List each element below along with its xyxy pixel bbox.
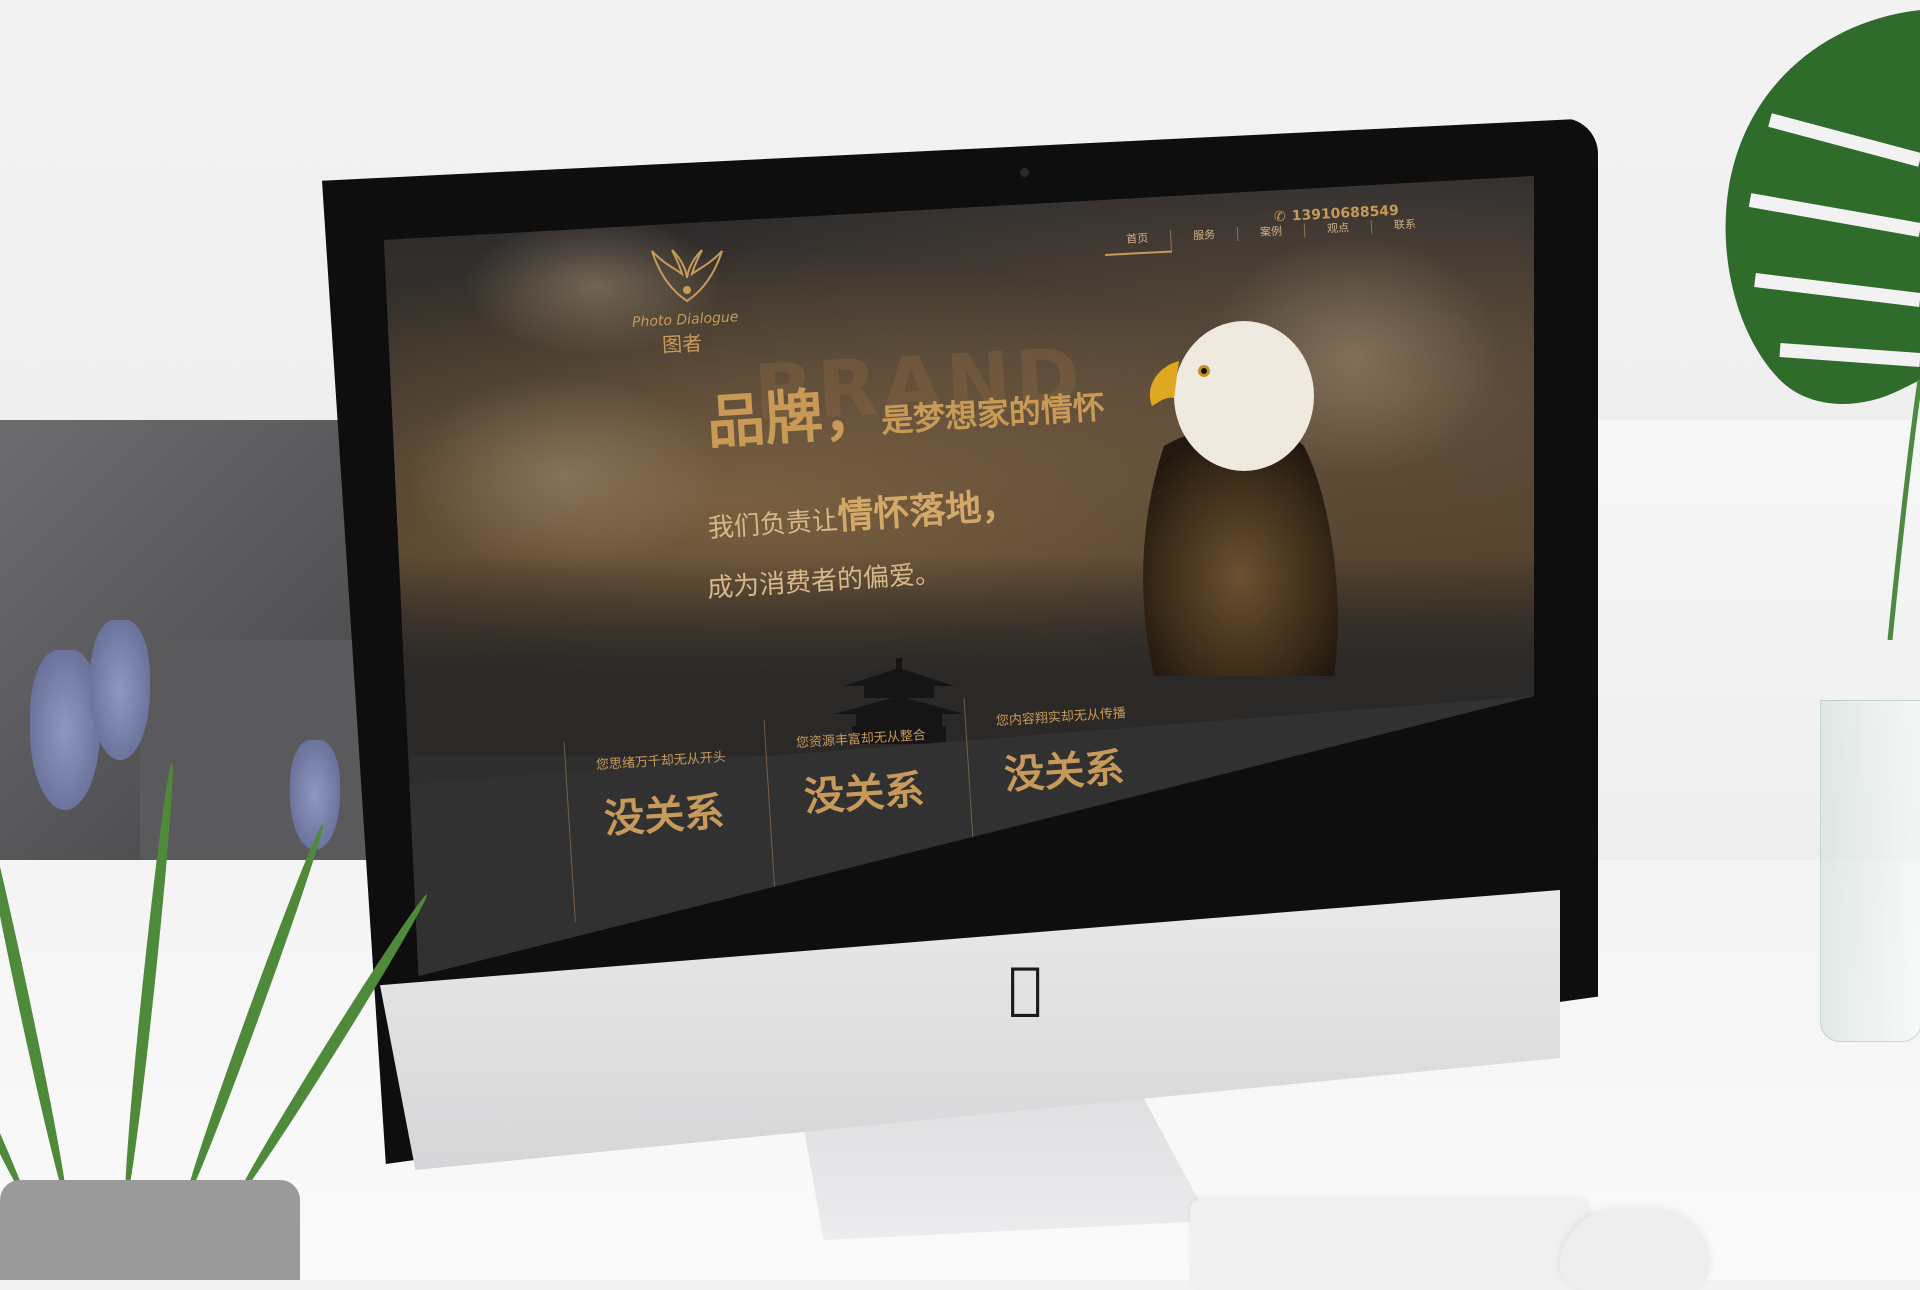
feature-answer: 没关系 (1003, 745, 1126, 799)
subline-bold: 情怀落地， (836, 485, 1019, 538)
webcam-icon (1020, 168, 1029, 177)
feature-question: 您资源丰富却无从整合 (795, 728, 927, 752)
eagle-logo-icon[interactable] (642, 246, 732, 306)
nav-item-home[interactable]: 首页 (1104, 230, 1173, 256)
mouse (1560, 1210, 1710, 1290)
headline-small: 是梦想家的情怀 (879, 387, 1106, 440)
flower (290, 740, 340, 850)
apple-logo-icon:  (1000, 960, 1050, 1018)
feature-question: 您内容翔实却无从传播 (995, 706, 1127, 730)
nav-item-cases[interactable]: 案例 (1237, 223, 1306, 241)
feature-question: 您思绪万千却无从开头 (595, 750, 727, 774)
feature-answer: 没关系 (803, 767, 926, 821)
nav-item-views[interactable]: 观点 (1304, 219, 1373, 238)
glass-vase (1820, 700, 1920, 1042)
eagle-image (1143, 321, 1338, 676)
nav-item-services[interactable]: 服务 (1170, 226, 1239, 245)
monstera-leaf (1725, 10, 1920, 640)
headline-big: 品牌， (704, 378, 883, 457)
cloud (404, 376, 724, 576)
subline-plain: 我们负责让 (707, 505, 839, 544)
feature-answer: 没关系 (603, 789, 726, 843)
nav-item-contact[interactable]: 联系 (1372, 217, 1439, 234)
keyboard (1190, 1200, 1590, 1290)
phone-icon: ✆ (1273, 208, 1287, 226)
flower (90, 620, 150, 760)
plant-pot (0, 1180, 300, 1280)
hero-banner: Photo Dialogue 图者 ✆ 13910688549 首页 服务 案例 … (384, 176, 1534, 756)
hero-subline-1: 我们负责让情怀落地， (706, 477, 1019, 548)
feature-column[interactable]: 您思绪万千却无从开头 没关系 (563, 730, 766, 922)
logo-text-cn: 图者 (661, 330, 703, 358)
